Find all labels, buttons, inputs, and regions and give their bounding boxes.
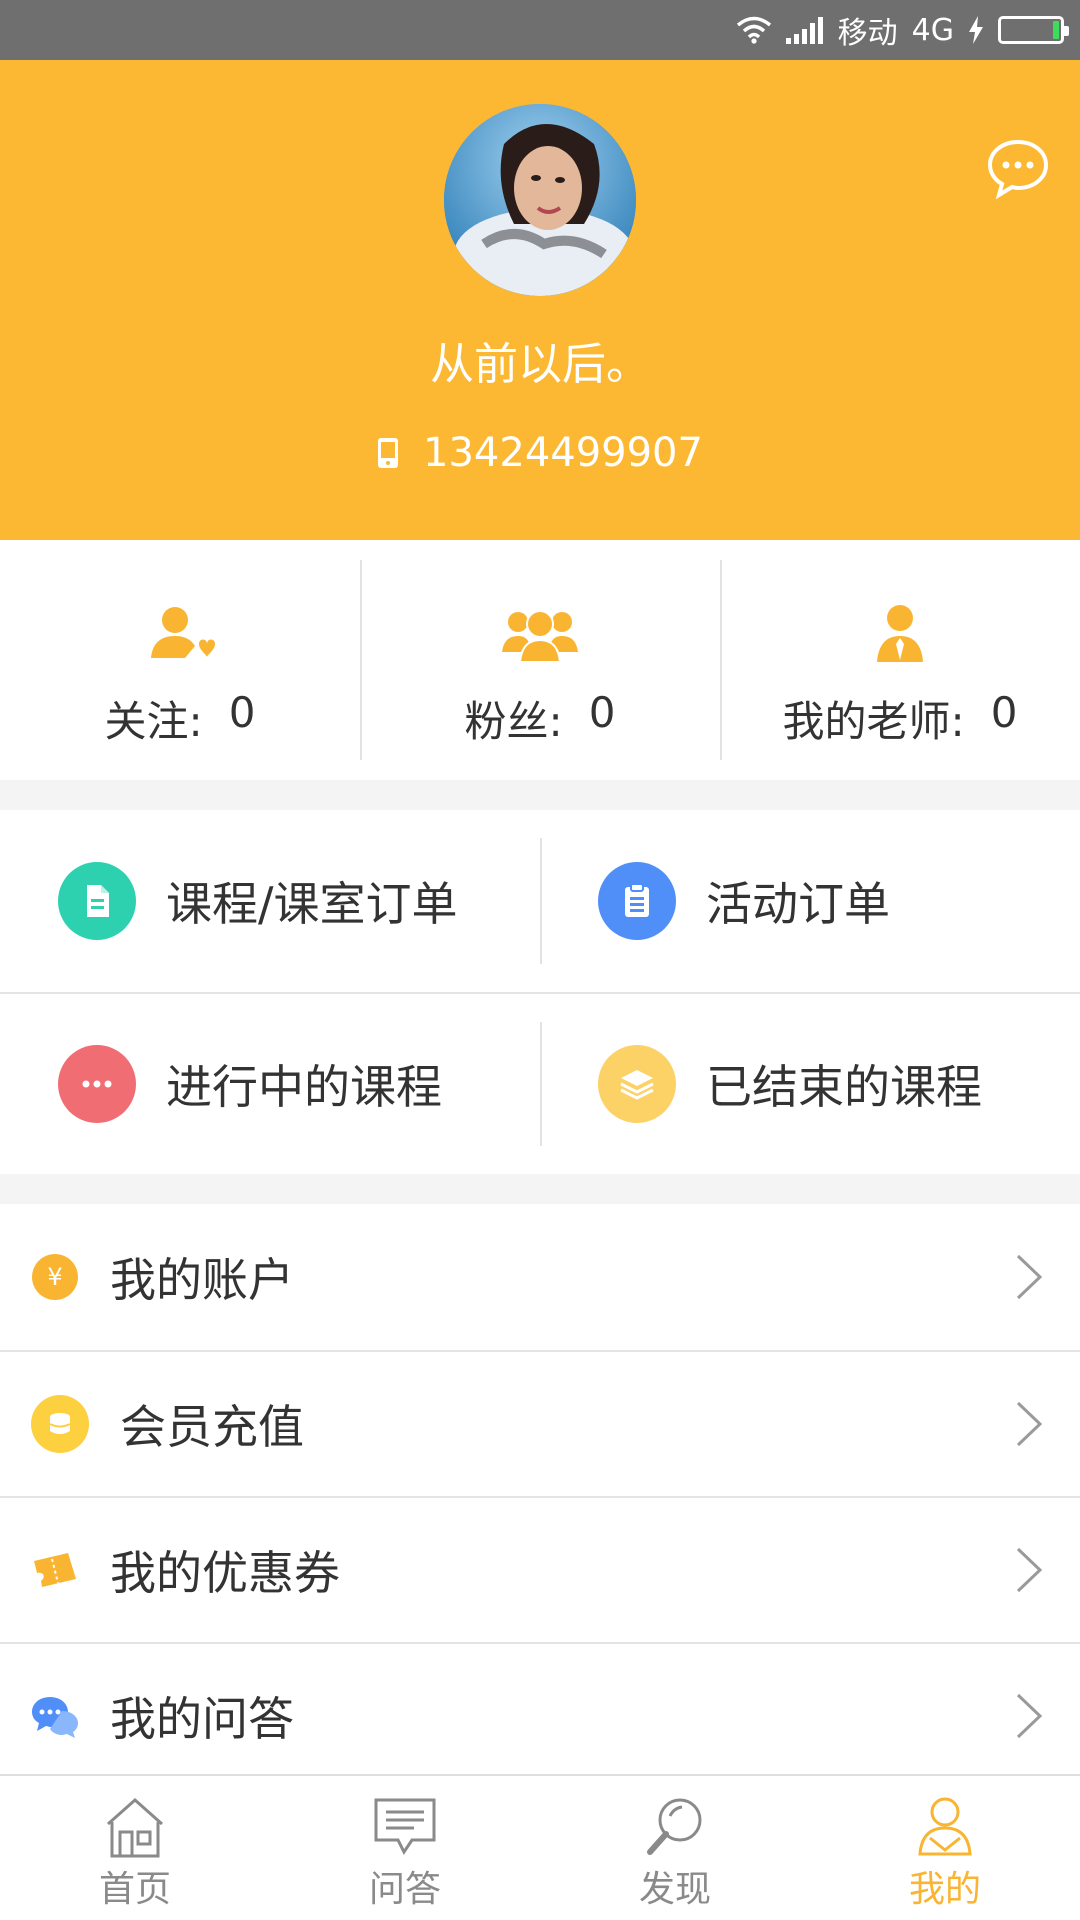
menu-label: 我的问答 bbox=[110, 1692, 294, 1746]
menu-list: ¥ 我的账户 会员充值 我的优惠券 我的问答 bbox=[0, 1204, 1080, 1788]
chevron-right-icon bbox=[1016, 1254, 1043, 1300]
chat-bubbles-icon bbox=[30, 1691, 80, 1741]
menu-item-recharge[interactable]: 会员充值 bbox=[0, 1350, 1080, 1496]
svg-text:¥: ¥ bbox=[47, 1263, 62, 1291]
status-bar: 移动 4G bbox=[0, 0, 1080, 60]
profile-icon bbox=[918, 1797, 972, 1856]
tab-label: 我的 bbox=[908, 1869, 981, 1910]
grid-label: 课程/课室订单 bbox=[166, 877, 458, 931]
tab-label: 首页 bbox=[98, 1869, 171, 1910]
stat-teachers[interactable]: 我的老师: 0 bbox=[720, 540, 1080, 780]
coupon-icon bbox=[30, 1545, 80, 1595]
teacher-icon bbox=[877, 605, 923, 662]
grid-row: 进行中的课程 已结束的课程 bbox=[0, 992, 1080, 1174]
yen-coin-icon: ¥ bbox=[30, 1252, 80, 1302]
menu-item-qa[interactable]: 我的问答 bbox=[0, 1642, 1080, 1788]
tab-home[interactable]: 首页 bbox=[0, 1776, 270, 1920]
stat-label: 我的老师: bbox=[782, 697, 965, 746]
discover-icon bbox=[647, 1798, 702, 1855]
profile-screen: 移动 4G 从前以后。 13424499907 关注: 0 粉丝: 0 我的老师… bbox=[0, 0, 1080, 1920]
menu-item-coupons[interactable]: 我的优惠券 bbox=[0, 1496, 1080, 1642]
menu-item-account[interactable]: ¥ 我的账户 bbox=[0, 1204, 1080, 1350]
avatar[interactable] bbox=[444, 104, 636, 296]
stat-value: 0 bbox=[990, 688, 1018, 737]
order-grid: 课程/课室订单 活动订单 进行中的课程 已结束的课程 bbox=[0, 810, 1080, 1174]
bottom-tab-bar: 首页 问答 发现 我的 bbox=[0, 1774, 1080, 1920]
finished-courses-button[interactable]: 已结束的课程 bbox=[540, 994, 1080, 1174]
tab-label: 问答 bbox=[368, 1869, 441, 1910]
clipboard-icon bbox=[598, 862, 676, 940]
stat-value: 0 bbox=[588, 688, 616, 737]
charging-icon bbox=[968, 16, 984, 44]
document-icon bbox=[58, 862, 136, 940]
phone-row: 13424499907 bbox=[0, 430, 1080, 476]
tab-label: 发现 bbox=[638, 1869, 711, 1910]
stat-fans[interactable]: 粉丝: 0 bbox=[360, 540, 720, 780]
home-icon bbox=[107, 1797, 163, 1858]
phone-number: 13424499907 bbox=[423, 430, 703, 476]
signal-icon bbox=[785, 16, 824, 44]
ongoing-courses-button[interactable]: 进行中的课程 bbox=[0, 994, 540, 1174]
nickname: 从前以后。 bbox=[430, 339, 650, 390]
tab-qa[interactable]: 问答 bbox=[270, 1776, 540, 1920]
stat-following[interactable]: 关注: 0 bbox=[0, 540, 360, 780]
network-label: 4G bbox=[911, 12, 954, 48]
tab-mine[interactable]: 我的 bbox=[810, 1776, 1080, 1920]
stat-label: 粉丝: bbox=[464, 697, 563, 746]
message-button[interactable] bbox=[986, 136, 1050, 200]
fans-icon bbox=[502, 610, 578, 663]
wifi-icon bbox=[736, 16, 772, 44]
stat-label: 关注: bbox=[104, 697, 203, 746]
menu-label: 会员充值 bbox=[120, 1400, 304, 1454]
stat-value: 0 bbox=[228, 688, 256, 737]
tab-discover[interactable]: 发现 bbox=[540, 1776, 810, 1920]
follow-icon bbox=[151, 607, 215, 658]
profile-header: 从前以后。 13424499907 bbox=[0, 60, 1080, 540]
grid-label: 进行中的课程 bbox=[166, 1060, 442, 1114]
carrier-label: 移动 bbox=[837, 16, 898, 51]
activity-orders-button[interactable]: 活动订单 bbox=[540, 810, 1080, 992]
course-orders-button[interactable]: 课程/课室订单 bbox=[0, 810, 540, 992]
chevron-right-icon bbox=[1016, 1547, 1043, 1593]
layers-icon bbox=[598, 1045, 676, 1123]
chevron-right-icon bbox=[1016, 1693, 1043, 1739]
battery-icon bbox=[998, 16, 1069, 44]
stats-bar: 关注: 0 粉丝: 0 我的老师: 0 bbox=[0, 540, 1080, 780]
more-dots-icon bbox=[58, 1045, 136, 1123]
coins-icon bbox=[30, 1394, 90, 1454]
grid-label: 活动订单 bbox=[706, 877, 890, 931]
grid-label: 已结束的课程 bbox=[706, 1060, 982, 1114]
mobile-phone-icon bbox=[378, 438, 399, 468]
menu-label: 我的账户 bbox=[110, 1253, 294, 1307]
chat-icon bbox=[987, 139, 1049, 200]
chevron-right-icon bbox=[1016, 1401, 1043, 1447]
qa-icon bbox=[374, 1798, 436, 1855]
grid-row: 课程/课室订单 活动订单 bbox=[0, 810, 1080, 992]
menu-label: 我的优惠券 bbox=[110, 1546, 340, 1600]
